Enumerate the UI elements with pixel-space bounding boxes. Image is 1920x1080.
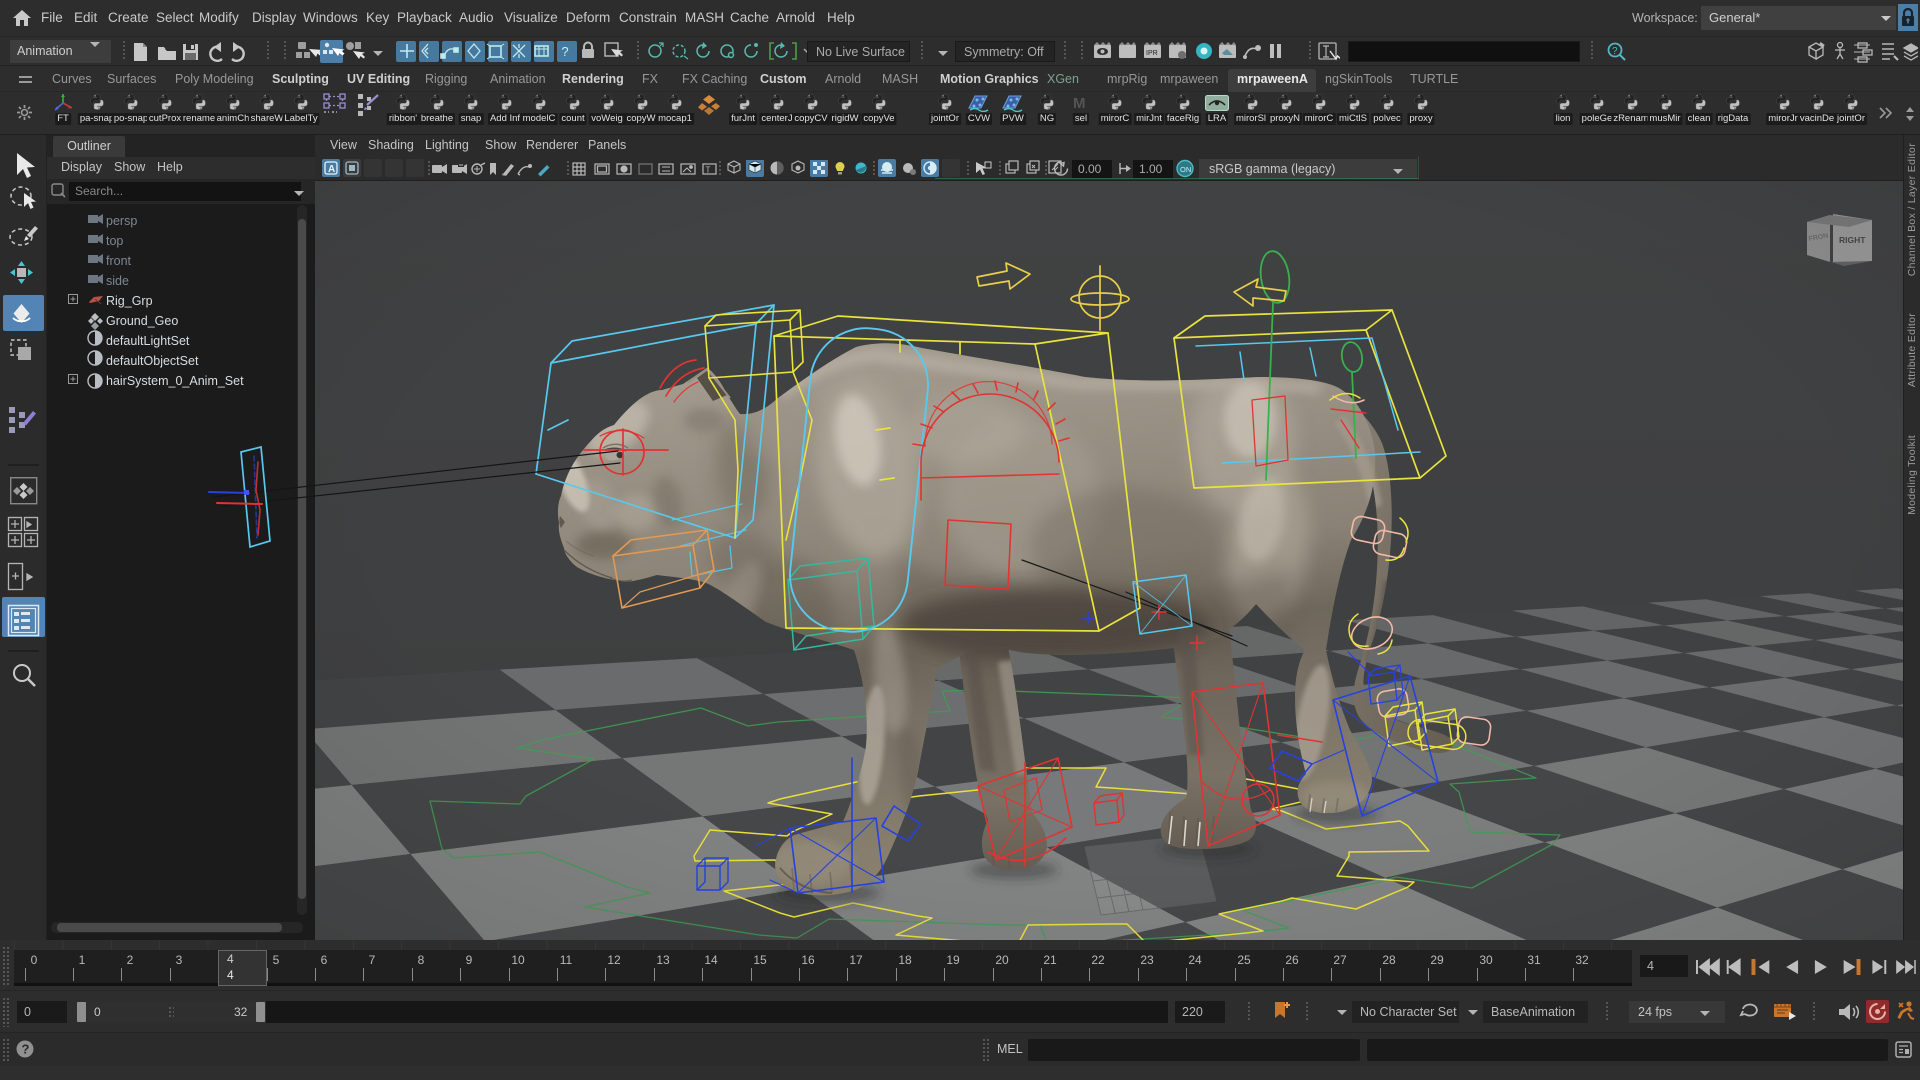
svg-text:A: A — [328, 164, 335, 175]
svg-text:T: T — [706, 166, 711, 175]
svg-text:?: ? — [561, 44, 568, 59]
svg-text:?: ? — [22, 1042, 30, 1057]
svg-text:IPR: IPR — [1146, 50, 1158, 57]
svg-text:M: M — [1073, 95, 1086, 112]
svg-text:?: ? — [1612, 46, 1618, 57]
svg-text:ON: ON — [1180, 165, 1191, 174]
